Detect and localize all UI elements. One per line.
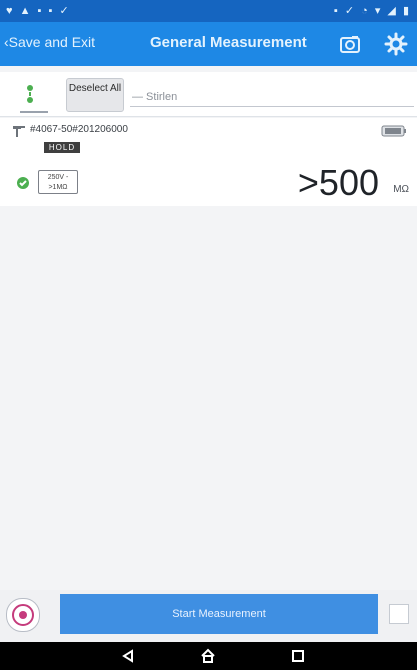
check-icon: [16, 176, 30, 190]
toolbar-indicator: [20, 111, 48, 113]
nav-bar: [0, 642, 417, 670]
camera-icon[interactable]: [336, 30, 364, 58]
status-icons-left: ♥ ▲ ▪ ▪ ✓: [6, 5, 71, 17]
bottom-bar: Start Measurement: [0, 590, 417, 642]
measurement-unit: MΩ: [393, 184, 409, 195]
title-bar: ‹Save and Exit General Measurement: [0, 22, 417, 66]
back-icon[interactable]: [120, 648, 136, 664]
deselect-all-button[interactable]: Deselect All: [66, 78, 124, 112]
select-checkbox[interactable]: [389, 604, 409, 624]
probe-row[interactable]: #4067-50#201206000 HOLD 250V ->1MΩ >500 …: [0, 118, 417, 207]
probe-id: #4067-50#201206000: [30, 124, 128, 135]
page-title: General Measurement: [150, 34, 307, 51]
home-icon[interactable]: [200, 648, 216, 664]
recents-icon[interactable]: [290, 648, 306, 664]
start-measurement-button[interactable]: Start Measurement: [60, 594, 378, 634]
toolbar: Deselect All: [0, 72, 417, 117]
measurement-value: >500: [297, 162, 379, 203]
gear-icon[interactable]: [382, 30, 410, 58]
expand-collapse-icon[interactable]: [20, 82, 40, 106]
content-area: [0, 206, 417, 590]
battery-icon: [381, 124, 407, 137]
back-save-exit-button[interactable]: ‹Save and Exit: [4, 34, 95, 50]
probe-icon: [12, 124, 26, 138]
filter-input[interactable]: [130, 88, 414, 107]
status-bar: ♥ ▲ ▪ ▪ ✓ ▪ ✓ ◔ ▾ ◢ ▮: [0, 0, 417, 22]
hold-badge: HOLD: [44, 142, 80, 153]
range-indicator: 250V ->1MΩ: [38, 170, 78, 194]
status-icons-right: ▪ ✓ ◔ ▾ ◢ ▮: [333, 5, 411, 17]
record-icon[interactable]: [6, 598, 40, 632]
